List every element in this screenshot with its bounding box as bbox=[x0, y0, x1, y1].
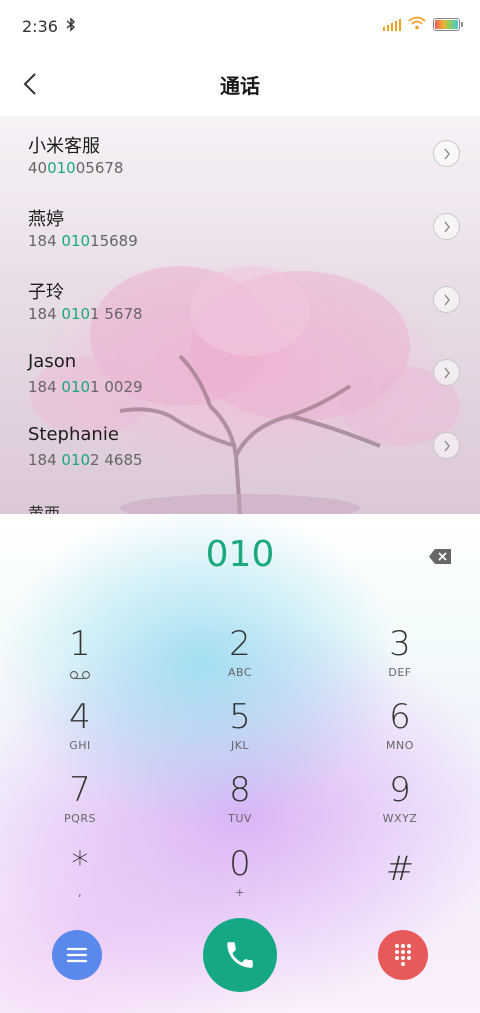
status-time: 2:36 bbox=[22, 16, 58, 36]
phone-icon bbox=[227, 942, 253, 968]
number-suffix: 1 0029 bbox=[90, 378, 143, 396]
number-match: 010 bbox=[61, 232, 91, 250]
key-star[interactable]: * , bbox=[25, 844, 135, 910]
number-match: 010 bbox=[61, 305, 91, 323]
contact-name: 小米客服 bbox=[28, 136, 100, 157]
contact-detail-button[interactable] bbox=[433, 432, 460, 459]
key-letters: WXYZ bbox=[382, 812, 418, 825]
number-match: 010 bbox=[61, 378, 91, 396]
contact-row[interactable]: 子玲 184 0101 5678 bbox=[0, 262, 480, 335]
keypad-toggle-button[interactable] bbox=[378, 930, 428, 980]
contact-detail-button[interactable] bbox=[433, 140, 460, 167]
key-digit: 2 bbox=[229, 624, 251, 664]
voicemail-icon bbox=[69, 670, 91, 680]
number-suffix: 15689 bbox=[90, 232, 138, 250]
key-digit: 7 bbox=[69, 770, 91, 810]
contact-name-partial[interactable]: 黄西 bbox=[28, 500, 60, 514]
key-hash[interactable]: # bbox=[345, 849, 455, 915]
key-digit: 1 bbox=[69, 624, 91, 664]
number-suffix: 1 5678 bbox=[90, 305, 143, 323]
key-letters: DEF bbox=[388, 666, 412, 679]
number-prefix: 184 bbox=[28, 451, 62, 469]
menu-button[interactable] bbox=[52, 930, 102, 980]
number-suffix: 05678 bbox=[75, 159, 124, 177]
contact-row[interactable]: 小米客服 4001005678 bbox=[0, 116, 480, 189]
key-letters: TUV bbox=[228, 812, 252, 825]
key-digit: * bbox=[71, 844, 89, 884]
dialed-number: 010 bbox=[205, 534, 275, 575]
chevron-right-icon bbox=[443, 294, 450, 305]
backspace-icon bbox=[429, 549, 451, 564]
number-match: 010 bbox=[61, 451, 91, 469]
keypad-icon bbox=[395, 944, 411, 966]
delete-button[interactable] bbox=[428, 548, 452, 565]
contact-name: 子玲 bbox=[28, 282, 64, 303]
contact-detail-button[interactable] bbox=[433, 286, 460, 313]
key-4[interactable]: 4 GHI bbox=[25, 697, 135, 763]
chevron-right-icon bbox=[443, 148, 450, 159]
page-title: 通话 bbox=[220, 74, 260, 98]
contact-detail-button[interactable] bbox=[433, 213, 460, 240]
key-1[interactable]: 1 bbox=[25, 624, 135, 690]
battery-level bbox=[435, 20, 458, 29]
number-prefix: 184 bbox=[28, 378, 62, 396]
call-button[interactable] bbox=[203, 918, 277, 992]
status-icons bbox=[383, 15, 463, 34]
battery-icon bbox=[433, 18, 463, 31]
key-letters: MNO bbox=[386, 739, 414, 752]
key-letters: + bbox=[235, 886, 245, 899]
bluetooth-icon bbox=[66, 16, 76, 36]
contact-number: 184 0101 5678 bbox=[28, 305, 143, 323]
contact-row[interactable]: Jason 184 0101 0029 bbox=[0, 335, 480, 408]
key-3[interactable]: 3 DEF bbox=[345, 624, 455, 690]
key-digit: 6 bbox=[389, 697, 411, 737]
key-7[interactable]: 7 PQRS bbox=[25, 770, 135, 836]
number-match: 010 bbox=[47, 159, 76, 177]
key-letters: , bbox=[78, 886, 82, 899]
key-digit: 4 bbox=[69, 697, 91, 737]
contact-row[interactable]: 燕婷 184 01015689 bbox=[0, 189, 480, 262]
signal-icon bbox=[383, 18, 401, 31]
contact-detail-button[interactable] bbox=[433, 359, 460, 386]
key-letters: PQRS bbox=[64, 812, 96, 825]
contact-name: Stephanie bbox=[28, 424, 119, 445]
key-digit: 0 bbox=[229, 844, 251, 884]
contact-number: 184 01015689 bbox=[28, 232, 138, 250]
contact-results[interactable]: 小米客服 4001005678 燕婷 184 01015689 子玲 184 0… bbox=[0, 116, 480, 514]
key-9[interactable]: 9 WXYZ bbox=[345, 770, 455, 836]
wifi-icon bbox=[408, 15, 426, 34]
chevron-right-icon bbox=[443, 221, 450, 232]
contact-number: 184 0101 0029 bbox=[28, 378, 143, 396]
key-digit: 9 bbox=[389, 770, 411, 810]
key-6[interactable]: 6 MNO bbox=[345, 697, 455, 763]
key-letters: GHI bbox=[69, 739, 91, 752]
key-5[interactable]: 5 JKL bbox=[185, 697, 295, 763]
key-digit: 8 bbox=[229, 770, 251, 810]
key-letters: ABC bbox=[227, 666, 253, 679]
contact-number: 4001005678 bbox=[28, 159, 123, 177]
key-0[interactable]: 0 + bbox=[185, 844, 295, 910]
chevron-right-icon bbox=[443, 367, 450, 378]
menu-icon bbox=[67, 947, 87, 963]
chevron-right-icon bbox=[443, 440, 450, 451]
key-digit: 3 bbox=[389, 624, 411, 664]
number-prefix: 184 bbox=[28, 305, 62, 323]
contact-name: 燕婷 bbox=[28, 209, 64, 230]
contact-row[interactable]: Stephanie 184 0102 4685 bbox=[0, 408, 480, 481]
number-prefix: 40 bbox=[28, 159, 48, 177]
contact-number: 184 0102 4685 bbox=[28, 451, 143, 469]
contact-name: Jason bbox=[28, 351, 77, 372]
key-letters: JKL bbox=[230, 739, 250, 752]
key-8[interactable]: 8 TUV bbox=[185, 770, 295, 836]
nav-bar: 通话 bbox=[0, 52, 480, 116]
key-digit: # bbox=[385, 849, 415, 889]
key-2[interactable]: 2 ABC bbox=[185, 624, 295, 690]
number-prefix: 184 bbox=[28, 232, 62, 250]
number-suffix: 2 4685 bbox=[90, 451, 143, 469]
dialpad: 010 1 2 ABC 3 DEF 4 GHI 5 JKL 6 MNO 7 PQ… bbox=[0, 514, 480, 1013]
status-bar: 2:36 bbox=[0, 0, 480, 52]
key-digit: 5 bbox=[229, 697, 251, 737]
